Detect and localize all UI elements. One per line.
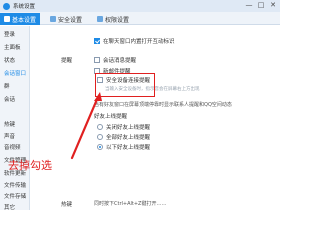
hotkey-description: 同时按下Ctrl+Alt+Z键打开…… [94,201,167,207]
sidebar-item-main-panel[interactable]: 主面板 [4,43,21,51]
settings-content: 在聊天窗口内置打开互动标识 提醒 会话消息提醒 新邮件提醒 安全设备连接提醒 当… [31,26,280,210]
option-label: 会话消息提醒 [103,58,137,64]
sidebar-item-status[interactable]: 状态 [4,56,15,64]
checkbox[interactable] [94,57,100,63]
annotation-text: 去掉勾选 [8,159,52,172]
window-controls: — □ ✕ [244,1,278,10]
settings-tab-bar: 基本设置 安全设置 权限设置 [0,12,280,25]
minimize-button[interactable]: — [244,1,254,10]
sidebar-item-audio-video[interactable]: 音视频 [4,143,21,151]
tab-label: 安全设置 [58,16,83,24]
online-reminder-label: 好友上线提醒 [94,114,128,120]
gear-icon [4,16,10,22]
radio-button[interactable] [97,134,103,140]
tab-basic-settings[interactable]: 基本设置 [0,13,40,25]
radio-button[interactable] [97,144,103,150]
sidebar: 登录 主面板 状态 会话窗口 群 会话 热键 声音 音视频 文件管理 软件更新 … [0,26,30,211]
checkbox[interactable] [94,38,100,44]
annotation-highlight-box [95,73,155,97]
option-label: 关闭好友上线提醒 [106,125,151,131]
tab-security-settings[interactable]: 安全设置 [46,13,86,25]
close-online-reminder-option[interactable]: 关闭好友上线提醒 [97,123,150,131]
all-online-reminder-option[interactable]: 全部好友上线提醒 [97,133,150,141]
lock-icon [97,16,103,22]
reminder-section-label: 提醒 [61,58,73,64]
window-title: 系统设置 [13,4,36,10]
sidebar-item-hotkey[interactable]: 热键 [4,120,15,128]
sidebar-item-group[interactable]: 群 [4,82,10,90]
sidebar-item-session[interactable]: 会话 [4,95,15,103]
title-bar: 系统设置 — □ ✕ [0,0,280,12]
message-reminder-option[interactable]: 会话消息提醒 [94,56,136,64]
option-label: 全部好友上线提醒 [106,135,151,141]
tab-label: 权限设置 [105,16,130,24]
hotkey-section-label: 热键 [61,202,73,208]
tab-permission-settings[interactable]: 权限设置 [93,13,133,25]
radio-button[interactable] [97,124,103,130]
selected-online-reminder-option[interactable]: 以下好友上线提醒 [97,143,150,151]
sidebar-item-chat-window[interactable]: 会话窗口 [4,69,26,77]
sidebar-item-file-storage[interactable]: 文件存储 [4,192,26,200]
option-label: 在聊天窗口内置打开互动标识 [103,39,175,45]
sidebar-item-login[interactable]: 登录 [4,30,15,38]
option-label: 以下好友上线提醒 [106,145,151,151]
app-logo-icon [3,2,10,10]
tab-label: 基本设置 [12,16,37,24]
sidebar-item-sound[interactable]: 声音 [4,132,15,140]
inline-interaction-option[interactable]: 在聊天窗口内置打开互动标识 [94,37,175,45]
sidebar-item-file-transfer[interactable]: 文件传输 [4,181,26,189]
sidebar-item-other[interactable]: 其它 [4,203,15,211]
shield-icon [50,16,56,22]
close-button[interactable]: ✕ [268,1,278,10]
maximize-button[interactable]: □ [256,1,266,10]
dock-description: 当有好友窗口在屏幕顶端停靠时显示联系人提醒和QQ空间动态 [94,102,232,108]
